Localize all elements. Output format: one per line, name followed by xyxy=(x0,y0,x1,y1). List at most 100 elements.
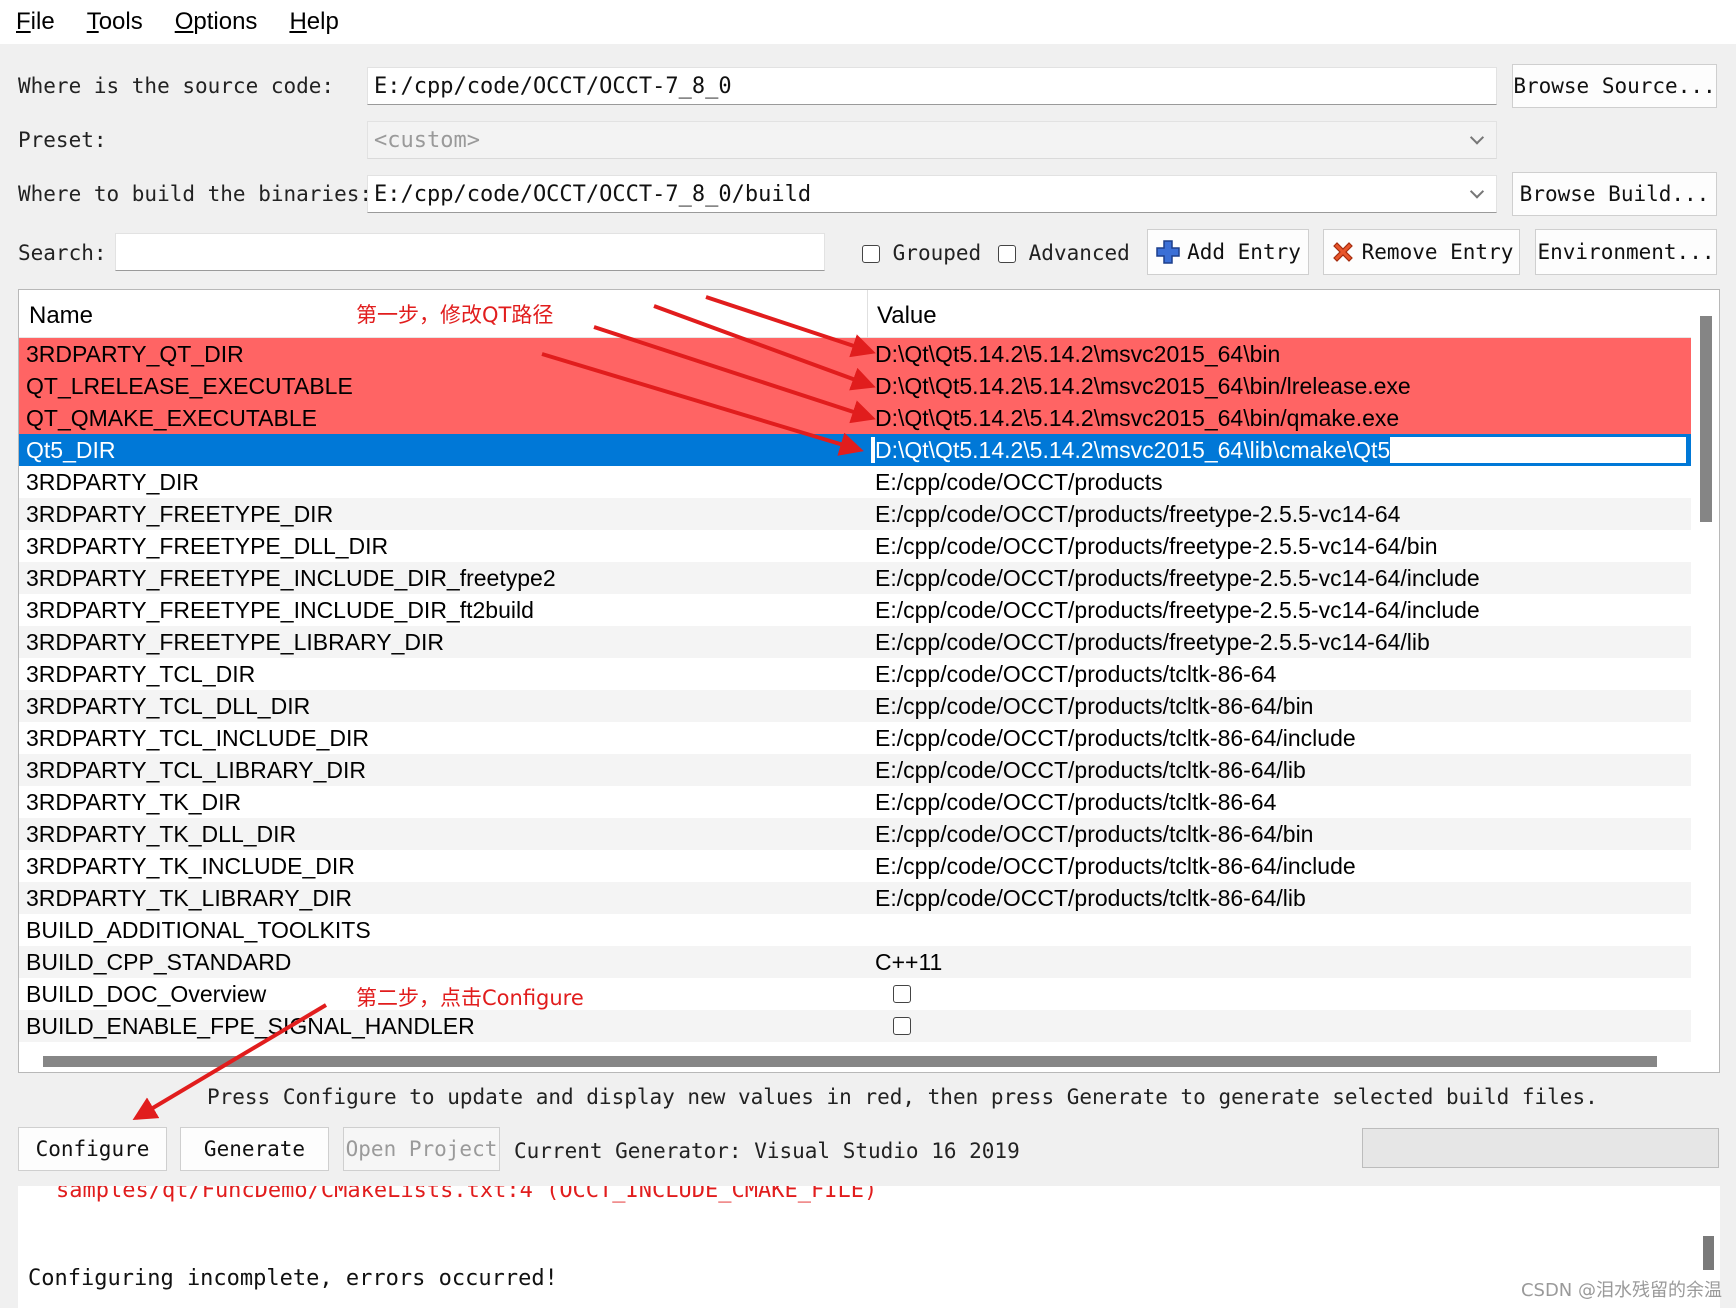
table-row[interactable]: 3RDPARTY_TK_DLL_DIR E:/cpp/code/OCCT/prod… xyxy=(19,818,1691,850)
entry-value: E:/cpp/code/OCCT/products/freetype-2.5.5… xyxy=(875,597,1480,623)
preset-label: Preset: xyxy=(18,128,107,152)
entry-name: BUILD_ADDITIONAL_TOOLKITS xyxy=(26,917,371,943)
entry-name: 3RDPARTY_TCL_DIR xyxy=(26,661,256,687)
entry-value: E:/cpp/code/OCCT/products/tcltk-86-64/bi… xyxy=(875,693,1314,719)
table-row[interactable]: 3RDPARTY_FREETYPE_DLL_DIR E:/cpp/code/OCC… xyxy=(19,530,1691,562)
annotation-step1: 第一步，修改QT路径 xyxy=(356,303,554,327)
chevron-down-icon xyxy=(1469,130,1485,145)
entry-value: E:/cpp/code/OCCT/products xyxy=(875,469,1163,495)
menu-file[interactable]: File xyxy=(6,0,65,44)
add-entry-button[interactable]: Add Entry xyxy=(1147,229,1309,275)
entry-value-checkbox[interactable] xyxy=(893,1017,911,1035)
entry-name: 3RDPARTY_FREETYPE_DIR xyxy=(26,501,334,527)
entry-name: 3RDPARTY_TCL_DLL_DIR xyxy=(26,693,311,719)
table-row[interactable]: QT_QMAKE_EXECUTABLE D:\Qt\Qt5.14.2\5.14.2… xyxy=(19,402,1691,434)
entry-value: C++11 xyxy=(875,949,943,975)
table-row[interactable]: 3RDPARTY_FREETYPE_DIR E:/cpp/code/OCCT/pr… xyxy=(19,498,1691,530)
build-path-value: E:/cpp/code/OCCT/OCCT-7_8_0/build xyxy=(374,181,812,207)
entry-value: D:\Qt\Qt5.14.2\5.14.2\msvc2015_64\bin/lr… xyxy=(875,373,1411,399)
browse-build-button[interactable]: Browse Build... xyxy=(1512,172,1717,216)
table-row[interactable]: QT_LRELEASE_EXECUTABLE D:\Qt\Qt5.14.2\5.1… xyxy=(19,370,1691,402)
horizontal-scrollbar[interactable] xyxy=(43,1056,1657,1067)
entry-value: E:/cpp/code/OCCT/products/freetype-2.5.5… xyxy=(875,565,1480,591)
build-path-select[interactable]: E:/cpp/code/OCCT/OCCT-7_8_0/build xyxy=(367,175,1497,213)
browse-source-button[interactable]: Browse Source... xyxy=(1512,64,1717,108)
entry-value: E:/cpp/code/OCCT/products/freetype-2.5.5… xyxy=(875,533,1438,559)
source-path-input[interactable]: E:/cpp/code/OCCT/OCCT-7_8_0 xyxy=(367,67,1497,105)
entry-value: E:/cpp/code/OCCT/products/tcltk-86-64 xyxy=(875,789,1277,815)
table-row[interactable]: BUILD_ENABLE_FPE_SIGNAL_HANDLER xyxy=(19,1010,1691,1042)
preset-select[interactable]: <custom> xyxy=(367,121,1497,159)
progress-bar xyxy=(1362,1128,1719,1168)
table-row[interactable]: 3RDPARTY_TCL_INCLUDE_DIR E:/cpp/code/OCCT… xyxy=(19,722,1691,754)
search-input[interactable] xyxy=(115,233,825,271)
menu-tools[interactable]: Tools xyxy=(77,0,153,44)
output-log[interactable]: samples/qt/FuncDemo/CMakeLists.txt:4 (OC… xyxy=(18,1186,1720,1308)
entry-value: D:\Qt\Qt5.14.2\5.14.2\msvc2015_64\bin/qm… xyxy=(875,405,1400,431)
table-row[interactable]: 3RDPARTY_QT_DIR D:\Qt\Qt5.14.2\5.14.2\msv… xyxy=(19,338,1691,370)
table-row[interactable]: 3RDPARTY_FREETYPE_INCLUDE_DIR_ft2build E:… xyxy=(19,594,1691,626)
table-header: Name Value xyxy=(19,290,1691,338)
environment-button[interactable]: Environment... xyxy=(1535,229,1717,275)
table-row[interactable]: 3RDPARTY_FREETYPE_INCLUDE_DIR_freetype2 E… xyxy=(19,562,1691,594)
generate-button[interactable]: Generate xyxy=(180,1127,329,1171)
entry-name: 3RDPARTY_TK_DLL_DIR xyxy=(26,821,297,847)
grouped-checkbox[interactable]: Grouped xyxy=(862,241,981,265)
search-label: Search: xyxy=(18,241,107,265)
column-value-header[interactable]: Value xyxy=(877,290,937,338)
entry-value: E:/cpp/code/OCCT/products/tcltk-86-64/in… xyxy=(875,853,1356,879)
column-name-header[interactable]: Name xyxy=(29,290,93,338)
menu-options[interactable]: Options xyxy=(165,0,268,44)
entry-value: E:/cpp/code/OCCT/products/freetype-2.5.5… xyxy=(875,501,1401,527)
cache-entries-table[interactable]: Name Value 3RDPARTY_QT_DIR D:\Qt\Qt5.14.2… xyxy=(18,289,1720,1073)
table-row[interactable]: 3RDPARTY_TCL_DLL_DIR E:/cpp/code/OCCT/pro… xyxy=(19,690,1691,722)
current-generator: Current Generator: Visual Studio 16 2019 xyxy=(514,1139,1020,1163)
table-row[interactable]: 3RDPARTY_DIR E:/cpp/code/OCCT/products xyxy=(19,466,1691,498)
entry-name: QT_LRELEASE_EXECUTABLE xyxy=(26,373,353,399)
remove-entry-label: Remove Entry xyxy=(1361,240,1514,264)
menu-help[interactable]: Help xyxy=(279,0,348,44)
watermark: CSDN @泪水残留的余温 xyxy=(1520,1280,1722,1301)
table-row[interactable]: BUILD_ADDITIONAL_TOOLKITS xyxy=(19,914,1691,946)
remove-entry-button[interactable]: Remove Entry xyxy=(1323,229,1520,275)
open-project-button[interactable]: Open Project xyxy=(343,1127,500,1171)
entry-name: 3RDPARTY_QT_DIR xyxy=(26,341,244,367)
table-row[interactable]: 3RDPARTY_TCL_DIR E:/cpp/code/OCCT/product… xyxy=(19,658,1691,690)
entry-value-checkbox[interactable] xyxy=(893,985,911,1003)
entry-value-editor[interactable]: D:\Qt\Qt5.14.2\5.14.2\msvc2015_64\lib\cm… xyxy=(870,436,1687,464)
entry-name: BUILD_DOC_Overview xyxy=(26,981,267,1007)
table-row[interactable]: 3RDPARTY_TK_DIR E:/cpp/code/OCCT/products… xyxy=(19,786,1691,818)
entry-name: BUILD_CPP_STANDARD xyxy=(26,949,292,975)
entry-name: BUILD_ENABLE_FPE_SIGNAL_HANDLER xyxy=(26,1013,475,1039)
remove-x-icon xyxy=(1332,242,1353,262)
output-scrollbar[interactable] xyxy=(1703,1236,1714,1270)
entry-value: E:/cpp/code/OCCT/products/tcltk-86-64/bi… xyxy=(875,821,1314,847)
source-path-value: E:/cpp/code/OCCT/OCCT-7_8_0 xyxy=(374,73,732,99)
vertical-scrollbar[interactable] xyxy=(1700,316,1712,522)
advanced-checkbox[interactable]: Advanced xyxy=(998,241,1130,265)
table-row[interactable]: 3RDPARTY_TK_INCLUDE_DIR E:/cpp/code/OCCT/… xyxy=(19,850,1691,882)
build-label: Where to build the binaries: xyxy=(18,182,373,206)
entry-name: 3RDPARTY_FREETYPE_INCLUDE_DIR_ft2build xyxy=(26,597,534,623)
table-row[interactable]: 3RDPARTY_TCL_LIBRARY_DIR E:/cpp/code/OCCT… xyxy=(19,754,1691,786)
entry-name: 3RDPARTY_FREETYPE_LIBRARY_DIR xyxy=(26,629,444,655)
entry-value: E:/cpp/code/OCCT/products/freetype-2.5.5… xyxy=(875,629,1430,655)
entry-name: QT_QMAKE_EXECUTABLE xyxy=(26,405,317,431)
entry-value: E:/cpp/code/OCCT/products/tcltk-86-64/li… xyxy=(875,757,1306,783)
table-row[interactable]: BUILD_DOC_Overview xyxy=(19,978,1691,1010)
table-row[interactable]: BUILD_CPP_STANDARD C++11 xyxy=(19,946,1691,978)
table-row[interactable]: 3RDPARTY_TK_LIBRARY_DIR E:/cpp/code/OCCT/… xyxy=(19,882,1691,914)
plus-icon xyxy=(1156,240,1180,264)
entry-name: 3RDPARTY_TCL_INCLUDE_DIR xyxy=(26,725,369,751)
entry-value-selected-text: D:\Qt\Qt5.14.2\5.14.2\msvc2015_64\lib\cm… xyxy=(875,437,1391,463)
configure-hint: Press Configure to update and display ne… xyxy=(207,1085,1598,1109)
table-row[interactable]: 3RDPARTY_FREETYPE_LIBRARY_DIR E:/cpp/code… xyxy=(19,626,1691,658)
entry-value: E:/cpp/code/OCCT/products/tcltk-86-64/li… xyxy=(875,885,1306,911)
table-row[interactable]: Qt5_DIR D:\Qt\Qt5.14.2\5.14.2\msvc2015_64… xyxy=(19,434,1691,466)
entry-name: 3RDPARTY_DIR xyxy=(26,469,199,495)
output-status-line: Configuring incomplete, errors occurred! xyxy=(28,1266,558,1291)
configure-button[interactable]: Configure xyxy=(18,1127,167,1171)
column-separator xyxy=(867,290,868,338)
annotation-step2: 第二步，点击Configure xyxy=(356,986,584,1010)
checkbox-icon xyxy=(862,245,880,263)
